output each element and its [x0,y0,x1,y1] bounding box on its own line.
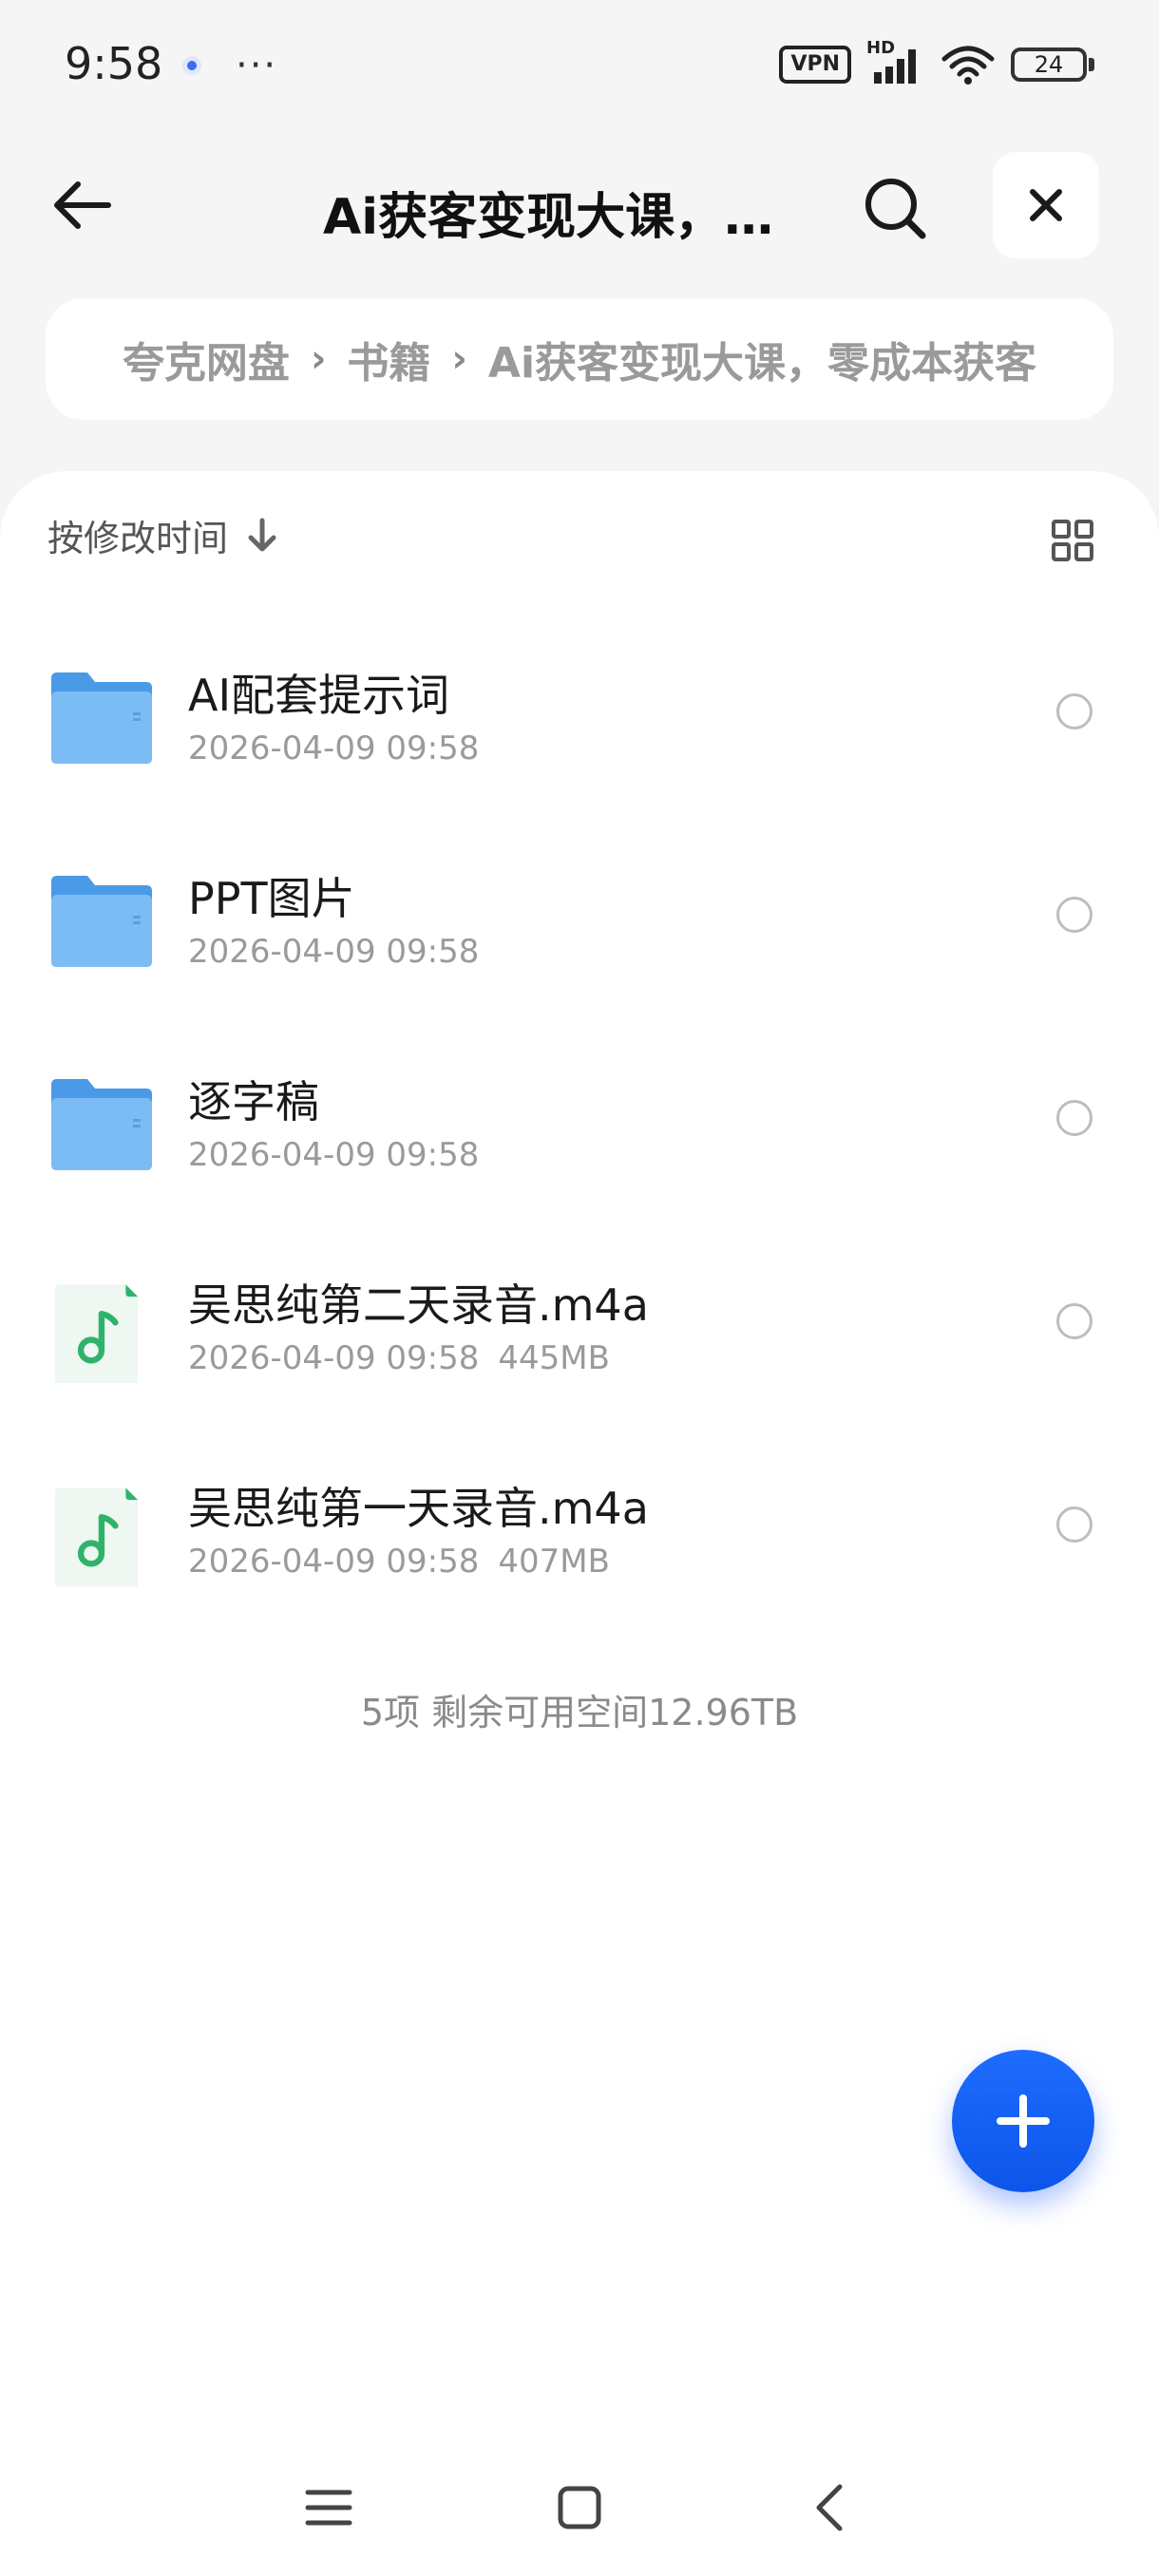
file-name: 吴思纯第二天录音.m4a [188,1279,649,1331]
select-checkbox[interactable] [1056,1506,1092,1543]
file-panel: 按修改时间 AI配套提示词 2026-04-09 09:58 PPT图片 202… [0,471,1159,2576]
wifi-icon [941,46,995,85]
back-button[interactable] [49,171,118,239]
sort-label: 按修改时间 [48,518,229,559]
grid-icon [1052,520,1093,561]
select-checkbox[interactable] [1056,1303,1092,1339]
header: Ai获客变现大课，零成本获客 [0,142,1159,266]
file-meta: 2026-04-09 09:58 [188,1136,479,1174]
square-icon [558,2486,601,2529]
file-name: 吴思纯第一天录音.m4a [188,1483,649,1534]
system-nav-bar [0,2460,1159,2555]
search-button[interactable] [860,173,930,243]
breadcrumb-item-books[interactable]: 书籍 [347,329,430,389]
file-date: 2026-04-09 09:58 [188,1339,480,1377]
select-checkbox[interactable] [1056,693,1092,729]
more-notifications-icon: ··· [236,44,278,87]
close-icon [1030,189,1062,221]
file-list: AI配套提示词 2026-04-09 09:58 PPT图片 2026-04-0… [0,633,1159,1649]
file-name: AI配套提示词 [188,670,450,721]
audio-file-icon [54,1284,139,1383]
list-item[interactable]: 逐字稿 2026-04-09 09:58 [0,1039,1159,1242]
file-meta: 2026-04-09 09:58 445MB [188,1339,610,1377]
select-checkbox[interactable] [1056,897,1092,933]
file-date: 2026-04-09 09:58 [188,1543,480,1581]
page-title: Ai获客变现大课，零成本获客 [323,189,817,246]
folder-icon [51,876,152,967]
status-right: VPN HD 24 [779,38,1094,85]
breadcrumb-item-root[interactable]: 夸克网盘 [123,329,290,389]
list-item[interactable]: PPT图片 2026-04-09 09:58 [0,836,1159,1039]
storage-summary: 5项 剩余可用空间12.96TB [360,1692,799,1733]
menu-icon [305,2490,352,2526]
signal-icon: HD [866,38,925,85]
menu-nav-button[interactable] [300,2479,357,2536]
grid-view-button[interactable] [1051,519,1094,562]
list-item[interactable]: 吴思纯第一天录音.m4a 2026-04-09 09:58 407MB [0,1446,1159,1649]
status-time: 9:58 [65,38,163,89]
back-nav-button[interactable] [804,2479,861,2536]
list-item[interactable]: 吴思纯第二天录音.m4a 2026-04-09 09:58 445MB [0,1242,1159,1446]
file-name: 逐字稿 [188,1076,319,1127]
plus-icon [997,2094,1050,2148]
list-item[interactable]: AI配套提示词 2026-04-09 09:58 [0,633,1159,836]
battery-level: 24 [1034,51,1064,78]
breadcrumb-separator: › [451,337,467,381]
file-name: PPT图片 [188,873,355,924]
arrow-down-icon [248,518,276,551]
chevron-left-icon [816,2484,843,2531]
app-notification-icon [182,56,201,75]
home-nav-button[interactable] [551,2479,608,2536]
status-left-icons: ··· [180,44,277,87]
breadcrumb: 夸克网盘 › 书籍 › Ai获客变现大课，零成本获客 [46,298,1113,420]
file-date: 2026-04-09 09:58 [188,933,480,971]
file-size: 445MB [498,1339,610,1377]
breadcrumb-item-current[interactable]: Ai获客变现大课，零成本获客 [488,329,1036,389]
file-date: 2026-04-09 09:58 [188,729,480,767]
battery-icon: 24 [1011,47,1094,82]
vpn-badge: VPN [779,46,851,84]
arrow-left-icon [54,181,111,229]
breadcrumb-separator: › [310,337,327,381]
sort-toggle[interactable]: 按修改时间 [48,509,279,561]
file-date: 2026-04-09 09:58 [188,1136,480,1174]
select-checkbox[interactable] [1056,1100,1092,1136]
folder-icon [51,672,152,764]
file-meta: 2026-04-09 09:58 407MB [188,1543,610,1581]
close-button[interactable] [993,152,1099,258]
file-size: 407MB [498,1543,610,1581]
audio-file-icon [54,1487,139,1586]
file-meta: 2026-04-09 09:58 [188,933,479,971]
search-icon [865,179,926,239]
status-bar: 9:58 ··· VPN HD 24 [0,0,1159,133]
file-meta: 2026-04-09 09:58 [188,729,479,767]
add-button[interactable] [952,2050,1094,2192]
folder-icon [51,1079,152,1170]
